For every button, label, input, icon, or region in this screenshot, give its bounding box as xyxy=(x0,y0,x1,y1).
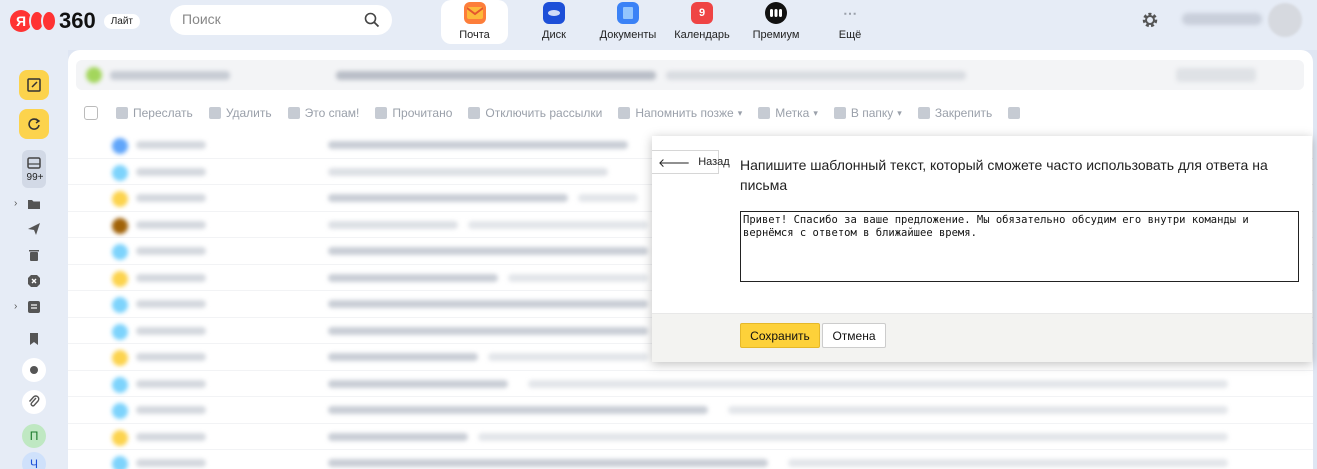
list-item[interactable] xyxy=(68,424,1313,450)
envelope-open-icon xyxy=(375,107,388,119)
select-all-checkbox[interactable] xyxy=(84,106,98,120)
app-more[interactable]: ⋯ Ещё xyxy=(813,0,887,44)
expand-arrow-icon[interactable]: › xyxy=(14,301,17,312)
save-button[interactable]: Сохранить xyxy=(740,323,820,348)
back-button[interactable]: 🡐 Назад xyxy=(652,150,730,174)
banner-avatar xyxy=(86,67,102,83)
caret-down-icon: ▾ xyxy=(897,107,902,118)
spam-icon xyxy=(287,107,300,119)
drafts-icon[interactable] xyxy=(25,298,43,316)
app-mail[interactable]: Почта xyxy=(441,0,508,44)
dot-icon xyxy=(30,366,38,374)
more-icon: ⋯ xyxy=(843,4,857,21)
dialog-footer: Сохранить Отмена xyxy=(652,313,1312,362)
compose-icon xyxy=(27,78,41,92)
app-premium[interactable]: Премиум xyxy=(739,0,813,44)
label-ch[interactable]: Ч xyxy=(22,452,46,469)
app-label: Премиум xyxy=(752,29,800,41)
inbox-count: 99+ xyxy=(26,172,44,183)
search-input[interactable] xyxy=(182,11,352,27)
inbox-icon xyxy=(25,154,43,172)
disk-icon xyxy=(543,2,565,24)
apps-bar: Почта Диск Документы 9 Календарь Премиум xyxy=(441,0,887,44)
delete-button[interactable]: Удалить xyxy=(208,106,272,120)
app-label: Диск xyxy=(542,29,566,41)
label-p[interactable]: П xyxy=(22,424,46,448)
label-button[interactable]: Метка ▾ xyxy=(758,106,818,120)
template-text-input[interactable]: Привет! Спасибо за ваше предложение. Мы … xyxy=(740,211,1299,282)
mail-icon xyxy=(463,2,486,24)
list-item[interactable] xyxy=(68,371,1313,397)
plan-badge: Лайт xyxy=(103,13,141,29)
compose-button[interactable] xyxy=(19,70,49,100)
logo-text: 360 xyxy=(59,8,96,33)
calendar-badge: 9 xyxy=(698,7,706,19)
arrow-left-icon: 🡐 xyxy=(658,155,691,170)
app-calendar[interactable]: 9 Календарь xyxy=(665,0,739,44)
calendar-icon: 9 xyxy=(691,2,713,24)
search-icon[interactable] xyxy=(364,12,380,28)
unsubscribe-icon xyxy=(468,107,481,119)
app-label: Ещё xyxy=(838,29,862,41)
top-bar: Я 360 Лайт Почта Диск Докум xyxy=(0,0,1317,50)
sent-icon[interactable] xyxy=(25,220,43,238)
search-box[interactable] xyxy=(170,5,392,35)
forward-icon xyxy=(116,107,128,119)
spam-button[interactable]: Это спам! xyxy=(287,106,359,120)
refresh-icon xyxy=(28,118,41,130)
avatar[interactable] xyxy=(1268,3,1302,37)
yandex-360-logo[interactable]: Я 360 Лайт xyxy=(10,8,141,34)
mark-read-button[interactable]: Прочитано xyxy=(375,106,452,120)
expand-arrow-icon[interactable]: › xyxy=(14,198,17,209)
unread-filter-button[interactable] xyxy=(22,358,46,382)
clock-icon xyxy=(618,107,631,119)
documents-icon xyxy=(617,2,639,24)
forward-button[interactable]: Переслать xyxy=(116,106,193,120)
spam-icon[interactable] xyxy=(25,272,43,290)
top-banner[interactable] xyxy=(76,60,1304,90)
logo-dots xyxy=(29,10,57,32)
premium-icon xyxy=(765,2,787,24)
remind-later-button[interactable]: Напомнить позже ▾ xyxy=(618,106,742,120)
folder-icon xyxy=(833,107,846,119)
list-item[interactable] xyxy=(68,397,1313,424)
back-label: Назад xyxy=(698,156,730,168)
left-sidebar: 99+ › › П Ч xyxy=(0,50,68,469)
gear-icon[interactable] xyxy=(1140,10,1160,30)
paperclip-icon xyxy=(28,395,40,407)
tag-icon xyxy=(758,107,771,119)
app-label: Почта xyxy=(459,29,490,41)
trash-icon[interactable] xyxy=(25,246,43,264)
app-label: Календарь xyxy=(674,29,730,41)
trash-icon xyxy=(208,107,221,119)
pin-icon xyxy=(917,107,930,119)
archive-button[interactable] xyxy=(1008,107,1025,119)
unsubscribe-button[interactable]: Отключить рассылки xyxy=(468,106,602,120)
dialog-title: Напишите шаблонный текст, который сможет… xyxy=(740,157,1268,193)
refresh-button[interactable] xyxy=(19,109,49,139)
list-item[interactable] xyxy=(68,450,1313,469)
cancel-button[interactable]: Отмена xyxy=(822,323,886,348)
pin-button[interactable]: Закрепить xyxy=(917,106,992,120)
caret-down-icon: ▾ xyxy=(813,107,818,118)
attachments-filter-button[interactable] xyxy=(22,390,46,414)
app-disk[interactable]: Диск xyxy=(517,0,591,44)
folder-icon[interactable] xyxy=(25,195,43,213)
user-name[interactable] xyxy=(1182,13,1262,25)
move-to-folder-button[interactable]: В папку ▾ xyxy=(833,106,902,120)
mail-toolbar: Переслать Удалить Это спам! Прочитано От… xyxy=(84,103,1041,123)
archive-icon xyxy=(1008,107,1021,119)
app-documents[interactable]: Документы xyxy=(591,0,665,44)
template-dialog: 🡐 Назад Напишите шаблонный текст, которы… xyxy=(652,136,1312,362)
bookmark-icon[interactable] xyxy=(25,330,43,348)
caret-down-icon: ▾ xyxy=(737,107,743,118)
app-label: Документы xyxy=(599,29,657,41)
